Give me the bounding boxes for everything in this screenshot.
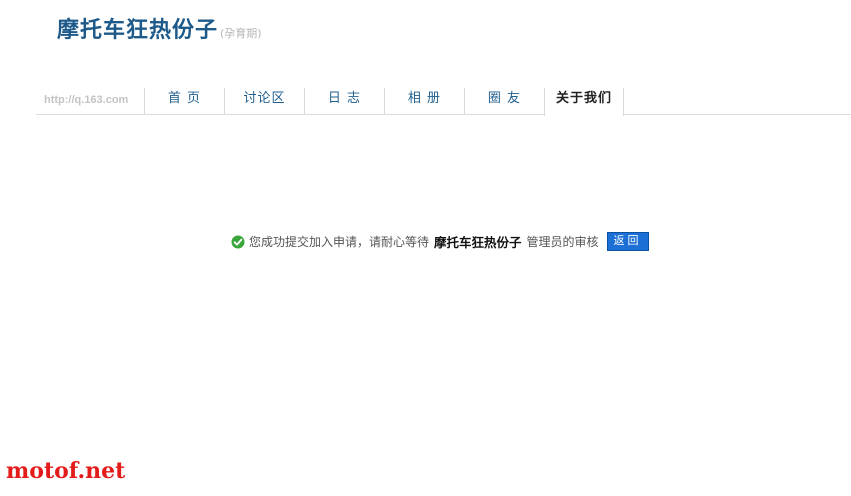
check-circle-icon	[231, 235, 245, 248]
tab-discussion[interactable]: 讨论区	[224, 88, 304, 114]
message-group-name: 摩托车狂热份子	[434, 235, 522, 250]
site-url-link[interactable]: http://q.163.com	[44, 94, 128, 106]
message-text-after: 管理员的审核	[526, 235, 599, 249]
watermark-text: motof.net	[6, 458, 126, 484]
group-stage-label: (孕育期)	[220, 27, 262, 40]
tab-about-us[interactable]: 关于我们	[544, 88, 624, 116]
success-message: 您成功提交加入申请，请耐心等待 摩托车狂热份子 管理员的审核 返回	[231, 232, 649, 251]
tab-home[interactable]: 首 页	[144, 88, 224, 114]
tab-blog[interactable]: 日 志	[304, 88, 384, 114]
group-nav-bar: http://q.163.com 首 页 讨论区 日 志 相 册 圈 友 关于我…	[36, 88, 851, 116]
message-text-before: 您成功提交加入申请，请耐心等待	[249, 235, 430, 249]
tab-album[interactable]: 相 册	[384, 88, 464, 114]
back-button[interactable]: 返回	[606, 232, 649, 251]
tab-members[interactable]: 圈 友	[464, 88, 544, 114]
nav-tabs: 首 页 讨论区 日 志 相 册 圈 友 关于我们	[144, 88, 624, 116]
group-title[interactable]: 摩托车狂热份子	[57, 17, 218, 43]
group-header: 摩托车狂热份子 (孕育期)	[57, 12, 262, 44]
